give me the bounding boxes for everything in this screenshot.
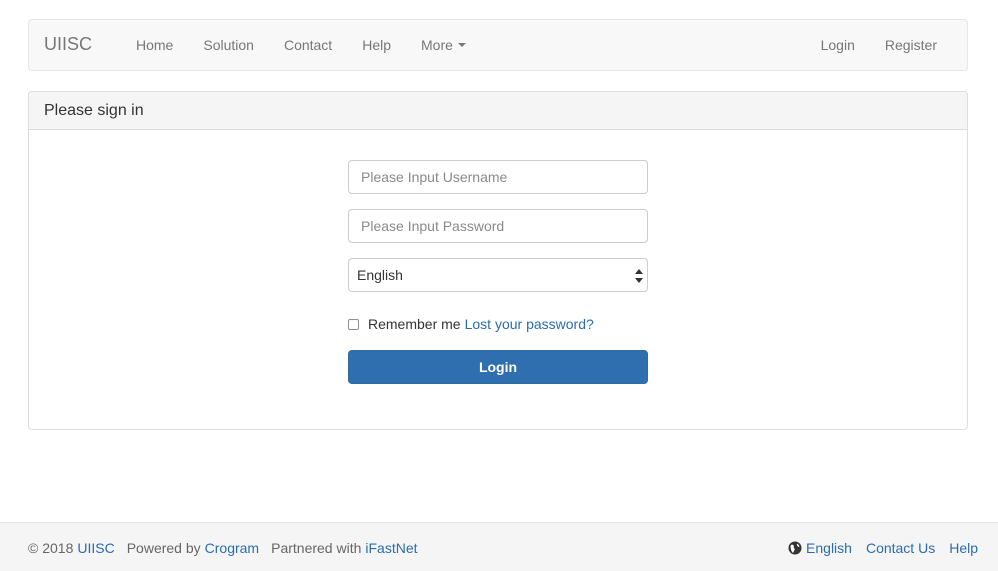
lost-password-link[interactable]: Lost your password? bbox=[465, 316, 594, 332]
powered-by-text: Powered by bbox=[126, 539, 201, 556]
nav-solution[interactable]: Solution bbox=[188, 37, 269, 53]
footer-left: © 2018 UIISC Powered by Crogram Partnere… bbox=[28, 523, 418, 571]
globe-icon bbox=[788, 541, 802, 555]
remember-row: Remember me Lost your password? bbox=[348, 314, 648, 334]
nav-help[interactable]: Help bbox=[347, 37, 406, 53]
copyright-text: © 2018 bbox=[28, 539, 74, 556]
sign-in-panel: Please sign in English Remember me Lost … bbox=[28, 91, 968, 430]
select-arrows-icon bbox=[635, 269, 643, 283]
username-input[interactable] bbox=[348, 160, 648, 194]
nav-home[interactable]: Home bbox=[121, 37, 188, 53]
language-select-value: English bbox=[357, 267, 403, 283]
nav-more-label: More bbox=[421, 37, 453, 53]
footer-language-link[interactable]: English bbox=[788, 540, 852, 556]
panel-title: Please sign in bbox=[29, 92, 967, 130]
brand-logo[interactable]: UIISC bbox=[44, 34, 92, 55]
footer-site-link[interactable]: UIISC bbox=[77, 540, 114, 556]
remember-label: Remember me bbox=[368, 316, 461, 332]
login-form: English Remember me Lost your password? … bbox=[348, 160, 648, 384]
footer-right: English Contact Us Help bbox=[788, 523, 978, 571]
caret-down-icon bbox=[457, 43, 466, 47]
footer-contact-link[interactable]: Contact Us bbox=[866, 540, 935, 556]
footer-partner-link[interactable]: iFastNet bbox=[365, 540, 417, 556]
footer-powered-link[interactable]: Crogram bbox=[205, 540, 259, 556]
password-input[interactable] bbox=[348, 209, 648, 243]
nav-contact[interactable]: Contact bbox=[269, 37, 347, 53]
top-navbar: UIISC Home Solution Contact Help More Lo… bbox=[28, 19, 968, 71]
nav-login[interactable]: Login bbox=[806, 37, 870, 53]
nav-register[interactable]: Register bbox=[870, 37, 952, 53]
footer: © 2018 UIISC Powered by Crogram Partnere… bbox=[0, 522, 998, 571]
login-button[interactable]: Login bbox=[348, 350, 648, 384]
partnered-with-text: Partnered with bbox=[271, 539, 362, 556]
footer-language-label: English bbox=[806, 539, 852, 556]
language-select[interactable]: English bbox=[348, 258, 648, 292]
nav-left: Home Solution Contact Help More bbox=[121, 20, 481, 70]
footer-help-link[interactable]: Help bbox=[949, 540, 978, 556]
nav-more-dropdown[interactable]: More bbox=[406, 37, 481, 53]
remember-checkbox[interactable] bbox=[348, 318, 359, 330]
nav-right: Login Register bbox=[806, 20, 952, 70]
